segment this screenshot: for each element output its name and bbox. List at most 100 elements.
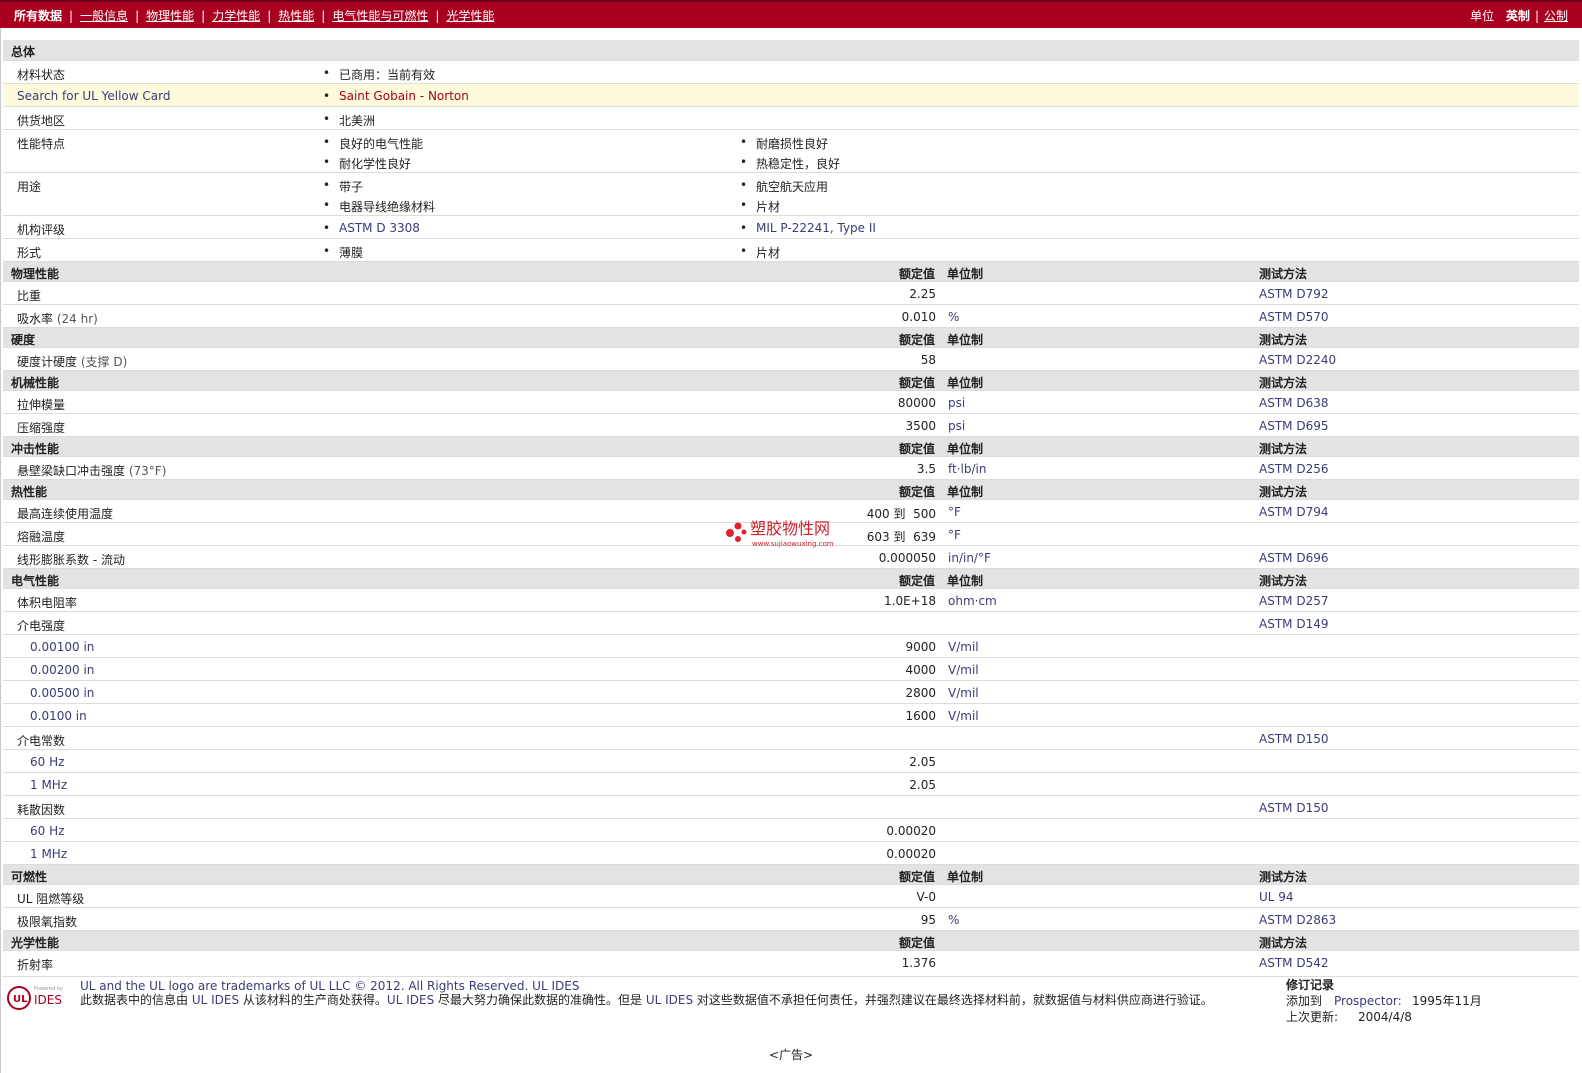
method-header: 测试方法 — [1259, 442, 1308, 456]
section-impact-header: 冲击性能 额定值 单位制 测试方法 — [3, 436, 1579, 456]
test-method-link[interactable]: ASTM D2863 — [1259, 913, 1336, 927]
prop-value: 1.376 — [901, 956, 936, 970]
rating-link[interactable]: MIL P-22241, Type II — [740, 221, 876, 235]
sub-condition: 60 Hz — [30, 755, 65, 769]
test-method-link[interactable]: ASTM D638 — [1259, 396, 1328, 410]
section-flammability-header: 可燃性 额定值 单位制 测试方法 — [3, 864, 1579, 884]
value-header: 额定值 — [899, 267, 936, 281]
test-method-link[interactable]: ASTM D2240 — [1259, 353, 1336, 367]
prop-value: 400 到 500 — [866, 507, 936, 521]
test-method-link[interactable]: ASTM D256 — [1259, 462, 1328, 476]
test-method-link[interactable]: ASTM D149 — [1259, 617, 1328, 631]
section-title: 光学性能 — [11, 936, 60, 950]
prop-value: 0.00020 — [886, 824, 936, 838]
prop-value: 0.00020 — [886, 847, 936, 861]
prop-row: 体积电阻率 1.0E+18 ohm·cm ASTM D257 — [3, 588, 1579, 611]
prop-sub-row: 0.00500 in 2800 V/mil — [3, 680, 1579, 703]
test-method-link[interactable]: ASTM D150 — [1259, 801, 1328, 815]
test-method-link[interactable]: ASTM D695 — [1259, 419, 1328, 433]
prop-unit: ohm·cm — [948, 594, 997, 608]
prop-value: 3.5 — [916, 462, 936, 476]
row-uses: 用途 带子 航空航天应用 电器导线绝缘材料 片材 — [3, 172, 1579, 215]
prop-unit: °F — [948, 528, 961, 542]
unit-header: 单位制 — [947, 333, 984, 347]
prop-unit: V/mil — [948, 709, 979, 723]
prop-value: 2.25 — [909, 287, 936, 301]
unit-header: 单位制 — [947, 574, 984, 588]
test-method-link[interactable]: ASTM D150 — [1259, 732, 1328, 746]
prop-row: 拉伸模量 80000 psi ASTM D638 — [3, 390, 1579, 413]
section-optical-header: 光学性能 额定值 测试方法 — [3, 930, 1579, 950]
tab-electrical-flammability[interactable]: 电气性能与可燃性 — [332, 9, 428, 23]
prop-row: 压缩强度 3500 psi ASTM D695 — [3, 413, 1579, 436]
section-thermal-header: 热性能 额定值 单位制 测试方法 — [3, 479, 1579, 499]
feature-item: 热稳定性，良好 — [740, 155, 840, 172]
unit-english[interactable]: 英制 — [1506, 9, 1530, 23]
test-method-link[interactable]: UL 94 — [1259, 890, 1294, 904]
tab-general-info[interactable]: 一般信息 — [80, 9, 128, 23]
tab-physical[interactable]: 物理性能 — [146, 9, 194, 23]
yellow-card-link[interactable]: Search for UL Yellow Card — [17, 89, 170, 103]
prop-row: 极限氧指数 95 % ASTM D2863 — [3, 907, 1579, 930]
sub-condition: 0.00200 in — [30, 663, 95, 677]
prop-label: 压缩强度 — [17, 421, 66, 435]
prop-value: 603 到 639 — [866, 530, 936, 544]
section-title: 可燃性 — [11, 870, 48, 884]
test-method-link[interactable]: ASTM D570 — [1259, 310, 1328, 324]
unit-header: 单位制 — [947, 442, 984, 456]
test-method-link[interactable]: ASTM D542 — [1259, 956, 1328, 970]
trademark-notice: UL and the UL logo are trademarks of UL … — [80, 979, 580, 993]
row-region: 供货地区 北美洲 — [3, 106, 1579, 129]
test-method-link[interactable]: ASTM D696 — [1259, 551, 1328, 565]
prop-label: 悬壁梁缺口冲击强度 (73°F) — [17, 464, 167, 478]
use-item: 电器导线绝缘材料 — [323, 198, 435, 215]
value-header: 额定值 — [899, 870, 936, 884]
test-method-link[interactable]: ASTM D257 — [1259, 594, 1328, 608]
prop-label: 极限氧指数 — [17, 915, 78, 929]
logo-ul: UL — [13, 994, 28, 1005]
rating-link[interactable]: ASTM D 3308 — [323, 221, 420, 235]
use-item: 航空航天应用 — [740, 178, 828, 195]
sub-condition: 1 MHz — [30, 778, 68, 792]
watermark-name: 塑胶物性网 — [750, 519, 830, 538]
tab-mechanical[interactable]: 力学性能 — [212, 9, 260, 23]
tab-thermal[interactable]: 热性能 — [278, 9, 314, 23]
disclaimer: 此数据表中的信息由 UL IDES 从该材料的生产商处获得。UL IDES 尽最… — [80, 993, 1213, 1007]
prop-sub-row: 0.00100 in 9000 V/mil — [3, 634, 1579, 657]
prop-label: 介电常数 — [17, 734, 66, 748]
value-header: 额定值 — [899, 333, 936, 347]
method-header: 测试方法 — [1259, 376, 1308, 390]
prop-label: 耗散因数 — [17, 803, 66, 817]
method-header: 测试方法 — [1259, 936, 1308, 950]
value-header: 额定值 — [899, 485, 936, 499]
logo-powered: Powered by — [34, 986, 63, 992]
prop-group-row: 介电强度 ASTM D149 — [3, 611, 1579, 634]
test-method-link[interactable]: ASTM D792 — [1259, 287, 1328, 301]
prop-label: 介电强度 — [17, 619, 66, 633]
row-yellow-card: Search for UL Yellow Card Saint Gobain -… — [3, 83, 1579, 106]
feature-item: 良好的电气性能 — [323, 135, 423, 152]
prop-sub-row: 0.00200 in 4000 V/mil — [3, 657, 1579, 680]
unit-header: 单位制 — [947, 376, 984, 390]
method-header: 测试方法 — [1259, 870, 1308, 884]
unit-header: 单位制 — [947, 485, 984, 499]
prop-value: 2.05 — [909, 755, 936, 769]
tab-all-data[interactable]: 所有数据 — [14, 9, 62, 23]
supplier-link[interactable]: Saint Gobain - Norton — [323, 89, 469, 103]
feature-item: 耐磨损性良好 — [740, 135, 828, 152]
row-label: 形式 — [17, 246, 42, 260]
tab-optical[interactable]: 光学性能 — [446, 9, 494, 23]
section-physical-header: 物理性能 额定值 单位制 测试方法 — [3, 261, 1579, 281]
prop-label: 比重 — [17, 289, 42, 303]
prop-row: 硬度计硬度 (支撑 D) 58 ASTM D2240 — [3, 347, 1579, 370]
prop-label: 体积电阻率 — [17, 596, 78, 610]
value-header: 额定值 — [899, 376, 936, 390]
unit-header: 单位制 — [947, 870, 984, 884]
unit-metric[interactable]: 公制 — [1544, 9, 1568, 23]
watermark-url: www.sujiaowuxing.com — [752, 540, 834, 548]
method-header: 测试方法 — [1259, 333, 1308, 347]
section-title: 机械性能 — [11, 376, 60, 390]
test-method-link[interactable]: ASTM D794 — [1259, 505, 1328, 519]
prop-label: 拉伸模量 — [17, 398, 66, 412]
prop-unit: °F — [948, 505, 961, 519]
